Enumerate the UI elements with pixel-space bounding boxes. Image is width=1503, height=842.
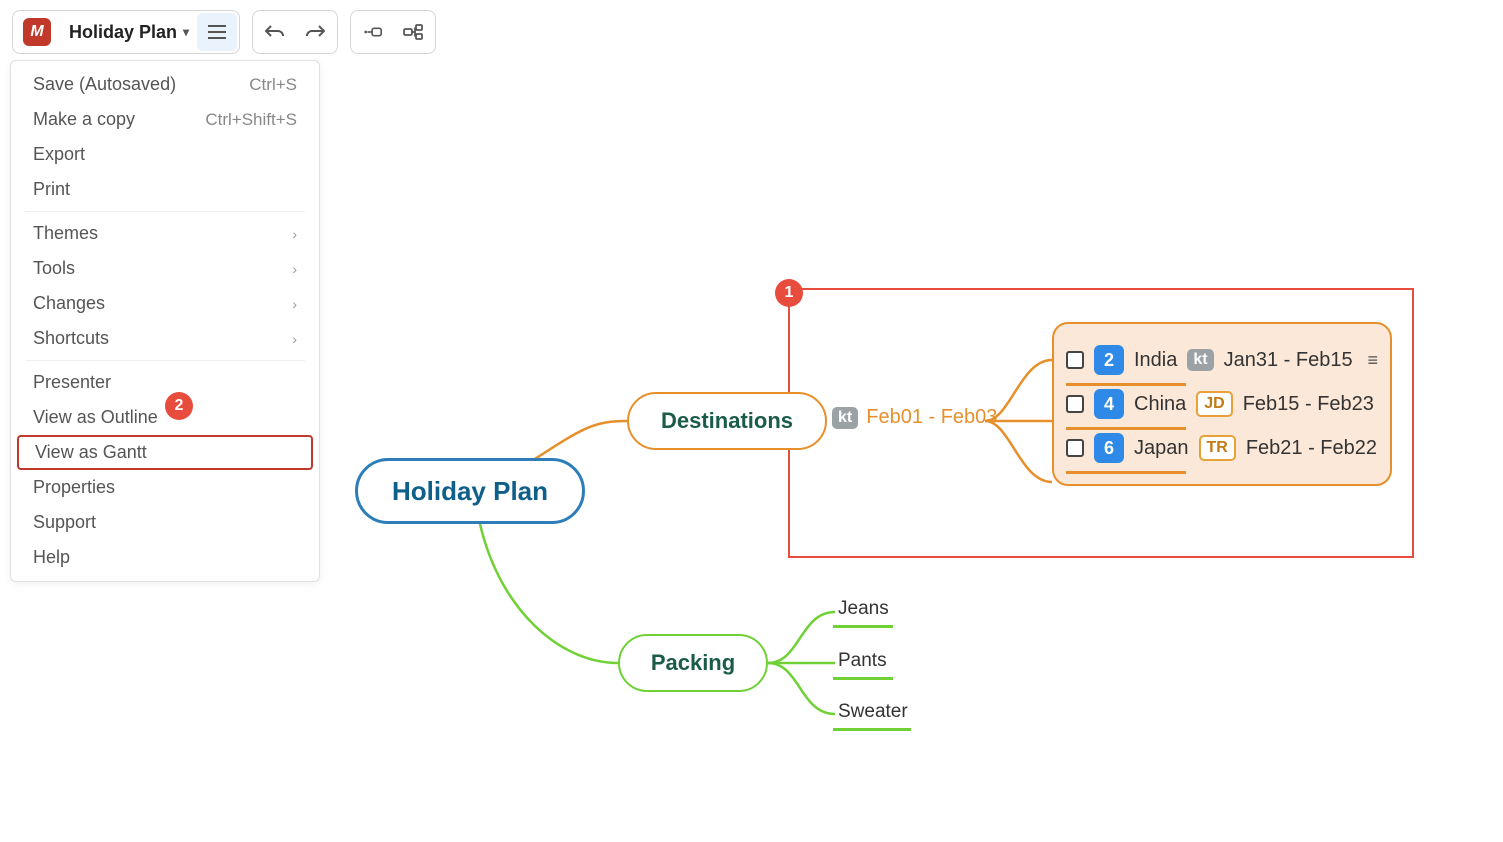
priority-badge: 6 [1094, 433, 1124, 463]
menu-label: Export [33, 144, 85, 165]
root-node[interactable]: Holiday Plan [355, 458, 585, 524]
packing-item-pants[interactable]: Pants [838, 650, 887, 672]
checkbox[interactable] [1066, 439, 1084, 457]
menu-item-help[interactable]: Help [11, 540, 319, 575]
menu-label: View as Gantt [35, 442, 147, 463]
chevron-right-icon: › [292, 331, 297, 347]
chevron-right-icon: › [292, 296, 297, 312]
packing-underline [833, 728, 911, 731]
layout-button[interactable] [393, 13, 433, 51]
main-menu-dropdown: Save (Autosaved) Ctrl+S Make a copy Ctrl… [10, 60, 320, 582]
document-title-dropdown[interactable]: Holiday Plan ▾ [61, 13, 197, 51]
undo-icon [265, 22, 285, 42]
destinations-children-box[interactable]: 2 India kt Jan31 - Feb15 ≡ 4 China JD Fe… [1052, 322, 1392, 486]
assignee-tag-kt: kt [832, 407, 858, 429]
menu-shortcut: Ctrl+Shift+S [205, 110, 297, 130]
redo-icon [305, 22, 325, 42]
packing-node[interactable]: Packing [618, 634, 768, 692]
row-underline [1066, 471, 1186, 474]
logo-icon: M [23, 18, 51, 46]
packing-underline [833, 677, 893, 680]
menu-item-changes[interactable]: Changes › [11, 286, 319, 321]
menu-label: Tools [33, 258, 75, 279]
menu-label: Make a copy [33, 109, 135, 130]
menu-item-export[interactable]: Export [11, 137, 319, 172]
destination-name: India [1134, 349, 1177, 372]
menu-label: Changes [33, 293, 105, 314]
menu-item-support[interactable]: Support [11, 505, 319, 540]
annotation-marker-2: 2 [165, 392, 193, 420]
packing-item-jeans[interactable]: Jeans [838, 598, 889, 620]
title-group: M Holiday Plan ▾ [12, 10, 240, 54]
destinations-meta: kt Feb01 - Feb03 [832, 406, 997, 429]
destination-row-japan[interactable]: 6 Japan TR Feb21 - Feb22 [1066, 426, 1378, 470]
assignee-tag: kt [1187, 349, 1213, 371]
assignee-tag: TR [1199, 435, 1236, 461]
checkbox[interactable] [1066, 351, 1084, 369]
redo-button[interactable] [295, 13, 335, 51]
date-range: Feb15 - Feb23 [1243, 393, 1374, 416]
destination-row-china[interactable]: 4 China JD Feb15 - Feb23 [1066, 382, 1378, 426]
menu-label: Themes [33, 223, 98, 244]
chevron-down-icon: ▾ [183, 25, 189, 39]
undo-redo-group [252, 10, 338, 54]
assignee-tag: JD [1196, 391, 1232, 417]
date-range: Feb21 - Feb22 [1246, 437, 1377, 460]
menu-shortcut: Ctrl+S [249, 75, 297, 95]
checkbox[interactable] [1066, 395, 1084, 413]
menu-item-properties[interactable]: Properties [11, 470, 319, 505]
menu-item-tools[interactable]: Tools › [11, 251, 319, 286]
destinations-date-range: Feb01 - Feb03 [866, 406, 997, 429]
menu-label: Help [33, 547, 70, 568]
date-range: Jan31 - Feb15 [1224, 349, 1353, 372]
main-menu-button[interactable] [197, 13, 237, 51]
destination-name: Japan [1134, 437, 1189, 460]
chevron-right-icon: › [292, 261, 297, 277]
destination-name: China [1134, 393, 1186, 416]
priority-badge: 4 [1094, 389, 1124, 419]
menu-label: View as Outline [33, 407, 158, 428]
destination-row-india[interactable]: 2 India kt Jan31 - Feb15 ≡ [1066, 338, 1378, 382]
hamburger-icon [207, 22, 227, 42]
layout-group [350, 10, 436, 54]
menu-separator [25, 360, 305, 361]
menu-item-make-copy[interactable]: Make a copy Ctrl+Shift+S [11, 102, 319, 137]
menu-item-view-gantt[interactable]: View as Gantt [17, 435, 313, 470]
menu-label: Save (Autosaved) [33, 74, 176, 95]
menu-label: Support [33, 512, 96, 533]
document-title: Holiday Plan [69, 22, 177, 43]
menu-separator [25, 211, 305, 212]
packing-underline [833, 625, 893, 628]
menu-item-themes[interactable]: Themes › [11, 216, 319, 251]
priority-badge: 2 [1094, 345, 1124, 375]
menu-label: Presenter [33, 372, 111, 393]
packing-item-sweater[interactable]: Sweater [838, 701, 908, 723]
destinations-node[interactable]: Destinations [627, 392, 827, 450]
app-logo[interactable]: M [15, 13, 61, 51]
row-menu-icon[interactable]: ≡ [1367, 350, 1378, 371]
menu-label: Properties [33, 477, 115, 498]
undo-button[interactable] [255, 13, 295, 51]
annotation-marker-1: 1 [775, 279, 803, 307]
insert-node-button[interactable] [353, 13, 393, 51]
menu-item-presenter[interactable]: Presenter [11, 365, 319, 400]
menu-item-save[interactable]: Save (Autosaved) Ctrl+S [11, 67, 319, 102]
top-toolbar: M Holiday Plan ▾ [12, 10, 436, 54]
menu-item-print[interactable]: Print [11, 172, 319, 207]
menu-label: Shortcuts [33, 328, 109, 349]
insert-node-icon [363, 22, 383, 42]
menu-label: Print [33, 179, 70, 200]
menu-item-shortcuts[interactable]: Shortcuts › [11, 321, 319, 356]
layout-icon [403, 22, 423, 42]
chevron-right-icon: › [292, 226, 297, 242]
